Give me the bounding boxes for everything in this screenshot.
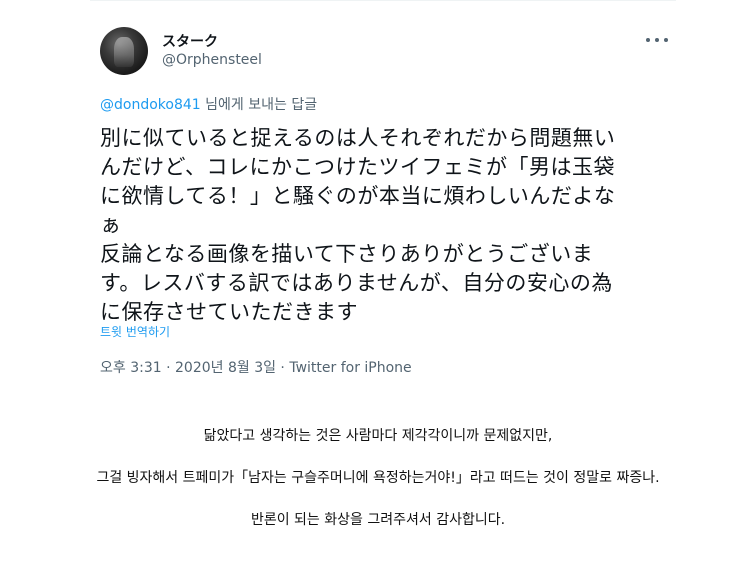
tweet-text-line: ぁ — [100, 213, 122, 237]
tweet-text-line: に保存させていただきます — [100, 300, 358, 324]
display-name[interactable]: スターク — [162, 31, 218, 51]
translate-tweet-link[interactable]: 트윗 번역하기 — [100, 323, 170, 340]
reply-context: @dondoko841 님에게 보내는 답글 — [100, 94, 317, 114]
tweet-text-line: 反論となる画像を描いて下さりありがとうございま — [100, 242, 594, 266]
dot — [655, 38, 659, 42]
tweet-card: スターク @Orphensteel @dondoko841 님에게 보내는 답글… — [90, 0, 676, 387]
dot — [646, 38, 650, 42]
source-link[interactable]: Twitter for iPhone — [289, 360, 411, 376]
translation-line-1: 닮았다고 생각하는 것은 사람마다 제각각이니까 문제없지만, — [203, 428, 553, 444]
avatar[interactable] — [100, 27, 148, 75]
timestamp-link[interactable]: 오후 3:31 · 2020년 8월 3일 — [100, 360, 276, 376]
tweet-text-line: に欲情してる！」と騒ぐのが本当に煩わしいんだよな — [100, 184, 616, 208]
translation-line-3: 반론이 되는 화상을 그려주셔서 감사합니다. — [250, 512, 506, 528]
tweet-text-line: んだけど、コレにかこつけたツイフェミが「男は玉袋 — [100, 155, 615, 179]
meta-separator: · — [275, 360, 290, 376]
reply-mention-link[interactable]: @dondoko841 — [100, 97, 201, 113]
user-handle[interactable]: @Orphensteel — [162, 52, 262, 68]
dot — [664, 38, 668, 42]
korean-translation: 닮았다고 생각하는 것은 사람마다 제각각이니까 문제없지만, 그걸 빙자해서 … — [0, 426, 756, 530]
tweet-text-line: 別に似ていると捉えるのは人それぞれだから問題無い — [100, 126, 616, 150]
tweet-text: 別に似ていると捉えるのは人それぞれだから問題無い んだけど、コレにかこつけたツイ… — [100, 124, 666, 327]
page: スターク @Orphensteel @dondoko841 님에게 보내는 답글… — [0, 0, 756, 568]
more-horizontal-icon[interactable] — [646, 31, 668, 49]
avatar-figure — [114, 37, 134, 67]
translation-line-2: 그걸 빙자해서 트페미가「남자는 구슬주머니에 욕정하는거야!」라고 떠드는 것… — [96, 470, 660, 486]
tweet-text-line: す。レスバする訳ではありませんが、自分の安心の為 — [100, 271, 613, 295]
tweet-meta: 오후 3:31 · 2020년 8월 3일 · Twitter for iPho… — [100, 357, 412, 377]
reply-suffix: 님에게 보내는 답글 — [200, 97, 318, 113]
